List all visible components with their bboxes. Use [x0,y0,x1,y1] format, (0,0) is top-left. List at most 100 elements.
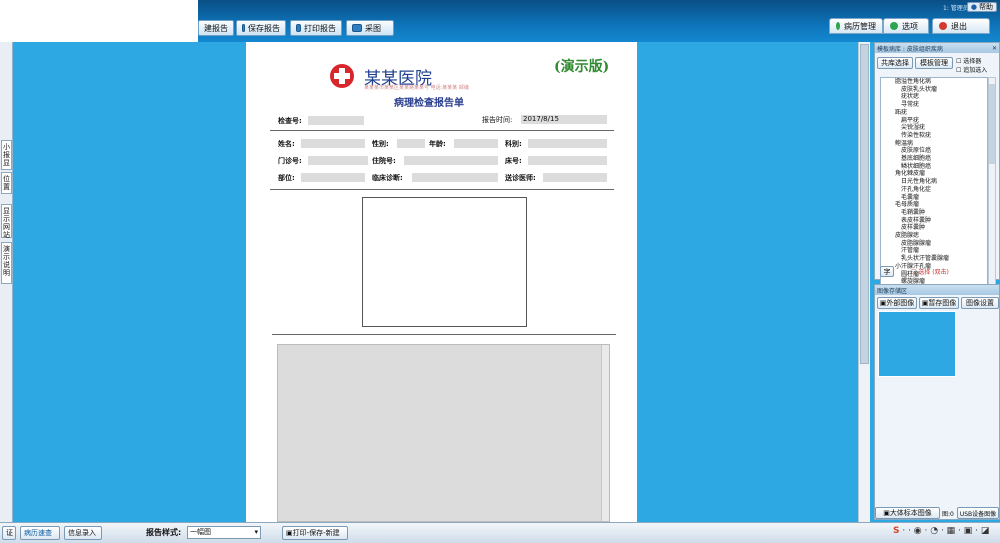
selector-checkbox[interactable]: ☐ 选择器 [956,56,981,65]
clinic-no-field[interactable] [308,156,368,165]
dept-label: 科别: [505,140,522,148]
age-field[interactable] [454,139,498,148]
tree-item[interactable]: 皮样囊肿 [881,224,987,232]
dept-field[interactable] [528,139,607,148]
tree-item[interactable]: 角化棘皮瘤 [881,170,987,178]
tree-scrollbar[interactable] [988,77,996,299]
image-thumbnail[interactable] [878,311,956,377]
tree-item[interactable]: 传染性软疣 [881,132,987,140]
image-settings-button[interactable]: 图像设置 [961,297,999,309]
diagnosis-scrollbar[interactable] [601,345,609,521]
doctor-field[interactable] [543,173,607,182]
template-tree[interactable]: 脂溢性角化病 皮肤乳头状瘤 疣状痣 寻常疣 跖疣 扁平疣 尖锐湿疣 传染性软疣 鲍温病 皮肤原位癌… [880,77,988,299]
cert-button[interactable]: 证 [2,526,16,540]
bed-no-label: 床号: [505,157,522,165]
tree-item[interactable]: 汗孔角化症 [881,186,987,194]
tree-item[interactable]: 毛鞘囊肿 [881,209,987,217]
capture-label: 采图 [365,23,381,33]
chevron-down-icon[interactable]: ▾ [254,527,258,538]
font-button[interactable]: 字 [880,266,894,277]
image-icon-2: ▣ [883,509,890,517]
tree-item[interactable]: 乳头状汗管囊腺瘤 [881,255,987,263]
template-panel-header: 模板病库 : 皮肤组织疾病 ✕ [875,43,999,53]
exit-button[interactable]: 退出 [932,18,990,34]
gender-field[interactable] [397,139,425,148]
print-report-button[interactable]: 打印报告 [290,20,342,36]
exit-icon [939,22,947,30]
ime-tray[interactable]: S · · ◉ · ◔ · ▦ · ▣ · ◪ [893,526,989,536]
gender-label: 性别: [372,140,389,148]
tree-item[interactable]: 疣状痣 [881,93,987,101]
left-tab-3[interactable]: 显示网站 [1,204,12,239]
tree-item[interactable]: 皮脂腺腺瘤 [881,240,987,248]
tree-item[interactable]: 皮肤原位癌 [881,147,987,155]
camera-icon [352,24,362,32]
record-management-label: 病历管理 [844,21,876,31]
save-image-button[interactable]: ▣ 暂存图像 [919,297,959,309]
inpatient-no-field[interactable] [404,156,498,165]
report-paper: 某某医院 某某某市某某区某某路某某号 电话:某某某 邮编 (演示版) 病理检查报… [246,42,637,522]
bottom-status-bar: 证 病历速查 信息录入 报告样式: 一幅图 ▾ ▣ 打印-保存-新建 S · · ◉… [0,522,1000,543]
exam-no-field[interactable] [308,116,364,125]
external-image-button[interactable]: ▣ 外部图像 [877,297,917,309]
save-report-button[interactable]: 保存报告 [236,20,286,36]
tree-item[interactable]: 鲍温病 [881,140,987,148]
info-entry-button[interactable]: 信息录入 [64,526,102,540]
site-field[interactable] [301,173,365,182]
new-report-button[interactable]: 建报告 [198,20,234,36]
large-sample-image-button[interactable]: ▣ 大体标本图像 [875,507,940,519]
tree-item[interactable]: 扁平疣 [881,117,987,125]
tree-item[interactable]: 尖锐湿疣 [881,124,987,132]
tree-item[interactable]: 表皮样囊肿 [881,217,987,225]
image-icon: ▣ [879,299,887,307]
tree-item[interactable]: 脂溢性角化病 [881,78,987,86]
doctor-label: 送诊医师: [505,174,536,182]
inpatient-no-label: 住院号: [372,157,396,165]
tree-item[interactable]: 基底细胞癌 [881,155,987,163]
image-panel-title: 图像存储区 [877,287,908,295]
report-time-label: 报告时间: [482,116,513,124]
main-scrollbar[interactable] [858,42,870,522]
tree-item[interactable]: 日光性角化病 [881,178,987,186]
clinical-dx-field[interactable] [412,173,498,182]
tree-item[interactable]: 毛母质瘤 [881,201,987,209]
tree-item[interactable]: 皮肤乳头状瘤 [881,86,987,94]
template-manage-button[interactable]: 模板管理 [915,57,953,69]
record-fast-search-button[interactable]: 病历速查 [20,526,60,540]
usb-device-image-button[interactable]: USB设备图像 [957,507,999,519]
left-tab-1[interactable]: 小报显 [1,140,12,170]
name-field[interactable] [301,139,365,148]
report-time-field[interactable]: 2017/8/15 [521,115,607,124]
double-click-select-checkbox[interactable]: ☐ 选择 (双击) [911,267,949,276]
specimen-image-frame[interactable] [362,197,527,327]
options-icon [890,22,898,30]
bed-no-field[interactable] [528,156,607,165]
hospital-logo-icon [330,64,354,88]
tree-item[interactable]: 寻常疣 [881,101,987,109]
image-storage-panel: 图像存储区 ▣ 外部图像 ▣ 暂存图像 图像设置 ▣ 大体标本图像 图:0 USB设备… [874,284,1000,520]
tree-item[interactable]: 皮脂腺痣 [881,232,987,240]
clinical-dx-label: 临床诊断: [372,174,403,182]
shared-library-button[interactable]: 共库选择 [877,57,913,69]
record-icon [836,22,840,30]
diagnosis-text-area[interactable] [277,344,610,522]
divider-2 [270,189,614,190]
help-button[interactable]: ● 帮助 [966,2,997,12]
options-button[interactable]: 选项 [883,18,929,34]
print-save-new-button[interactable]: ▣ 打印-保存-新建 [282,526,348,540]
tree-item[interactable]: 跖疣 [881,109,987,117]
help-icon: ● [970,3,977,11]
capture-button[interactable]: 采图 [346,20,394,36]
record-management-button[interactable]: 病历管理 [829,18,883,34]
save-image-icon: ▣ [921,299,929,307]
double-click-select-label: 选择 (双击) [918,269,949,276]
report-style-select[interactable]: 一幅图 ▾ [187,526,261,539]
tree-scrollbar-thumb[interactable] [989,84,995,164]
main-scrollbar-thumb[interactable] [860,44,869,364]
close-icon[interactable]: ✕ [992,45,997,52]
left-tab-2[interactable]: 位置 [1,172,12,194]
demo-version-label: (演示版) [554,59,610,75]
top-left-blank-area [0,0,198,42]
append-checkbox[interactable]: ☐ 追加选入 [956,65,987,74]
left-tab-4[interactable]: 演示说明 [1,242,12,284]
